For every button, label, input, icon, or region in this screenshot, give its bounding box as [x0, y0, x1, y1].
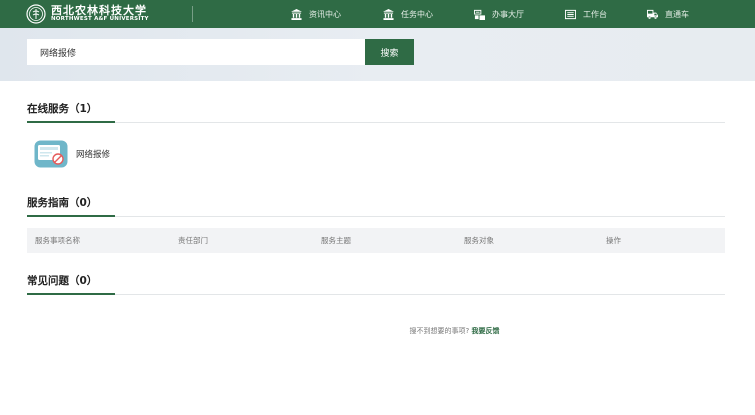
nav-item-news[interactable]: 资讯中心	[291, 0, 341, 28]
logo-name-en: NORTHWEST A&F UNIVERSITY	[51, 16, 149, 23]
express-icon	[647, 9, 658, 19]
logo-name-cn: 西北农林科技大学	[51, 4, 147, 18]
network-repair-icon	[34, 140, 68, 168]
column-header-name: 服务事项名称	[35, 236, 80, 245]
university-logo[interactable]: 西北农林科技大学 NORTHWEST A&F UNIVERSITY	[26, 4, 149, 24]
section-underline	[27, 215, 115, 217]
feedback-prompt: 搜不到想要的事项?	[409, 327, 470, 335]
feedback-link[interactable]: 我要反馈	[471, 327, 499, 335]
institution-icon	[291, 8, 302, 20]
nav-item-express[interactable]: 直通车	[647, 0, 689, 28]
column-header-department: 责任部门	[178, 236, 208, 245]
nav-item-label: 直通车	[665, 9, 689, 19]
section-title: 常见问题（0）	[27, 275, 98, 287]
nav-item-label: 工作台	[583, 9, 607, 19]
nav-item-tasks[interactable]: 任务中心	[383, 0, 433, 28]
column-header-topic: 服务主题	[321, 236, 351, 245]
workbench-icon	[565, 9, 576, 19]
search-input[interactable]	[27, 39, 365, 65]
faq-header: 常见问题（0）	[27, 271, 725, 295]
section-underline	[27, 293, 115, 295]
column-header-action: 操作	[606, 236, 621, 245]
top-nav-bar: 西北农林科技大学 NORTHWEST A&F UNIVERSITY 资讯中心 任…	[0, 0, 755, 28]
nav-item-label: 资讯中心	[309, 9, 341, 19]
service-item-network-repair[interactable]: 网络报修	[34, 140, 110, 168]
nav-item-workbench[interactable]: 工作台	[565, 0, 607, 28]
search-band: 搜索	[0, 28, 755, 81]
nav-item-label: 任务中心	[401, 9, 433, 19]
section-title: 在线服务（1）	[27, 103, 98, 115]
service-item-label: 网络报修	[76, 150, 111, 160]
service-guide-header: 服务指南（0）	[27, 193, 725, 217]
institution-icon	[383, 8, 394, 20]
feedback-line: 搜不到想要的事项? 我要反馈	[0, 326, 755, 336]
nav-item-service-hall[interactable]: 办事大厅	[474, 0, 524, 28]
section-underline	[27, 121, 115, 123]
logo-divider	[192, 6, 193, 22]
online-services-header: 在线服务（1）	[27, 99, 725, 123]
university-emblem-icon	[26, 4, 46, 24]
service-hall-icon	[474, 9, 485, 20]
search-button[interactable]: 搜索	[365, 39, 414, 65]
service-guide-table-header: 服务事项名称 责任部门 服务主题 服务对象 操作	[27, 228, 725, 253]
section-title: 服务指南（0）	[27, 197, 98, 209]
column-header-audience: 服务对象	[464, 236, 494, 245]
nav-item-label: 办事大厅	[492, 9, 524, 19]
